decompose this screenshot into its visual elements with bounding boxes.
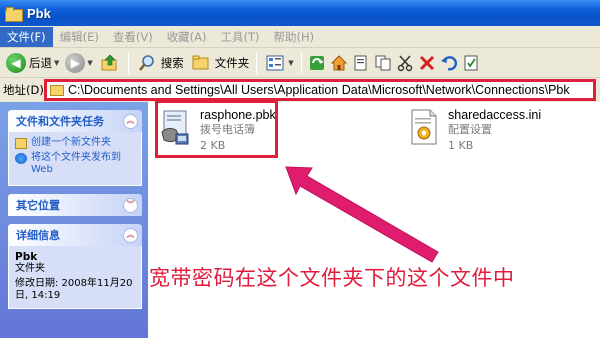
annotation-text: 宽带密码在这个文件夹下的这个文件中 <box>149 266 515 290</box>
